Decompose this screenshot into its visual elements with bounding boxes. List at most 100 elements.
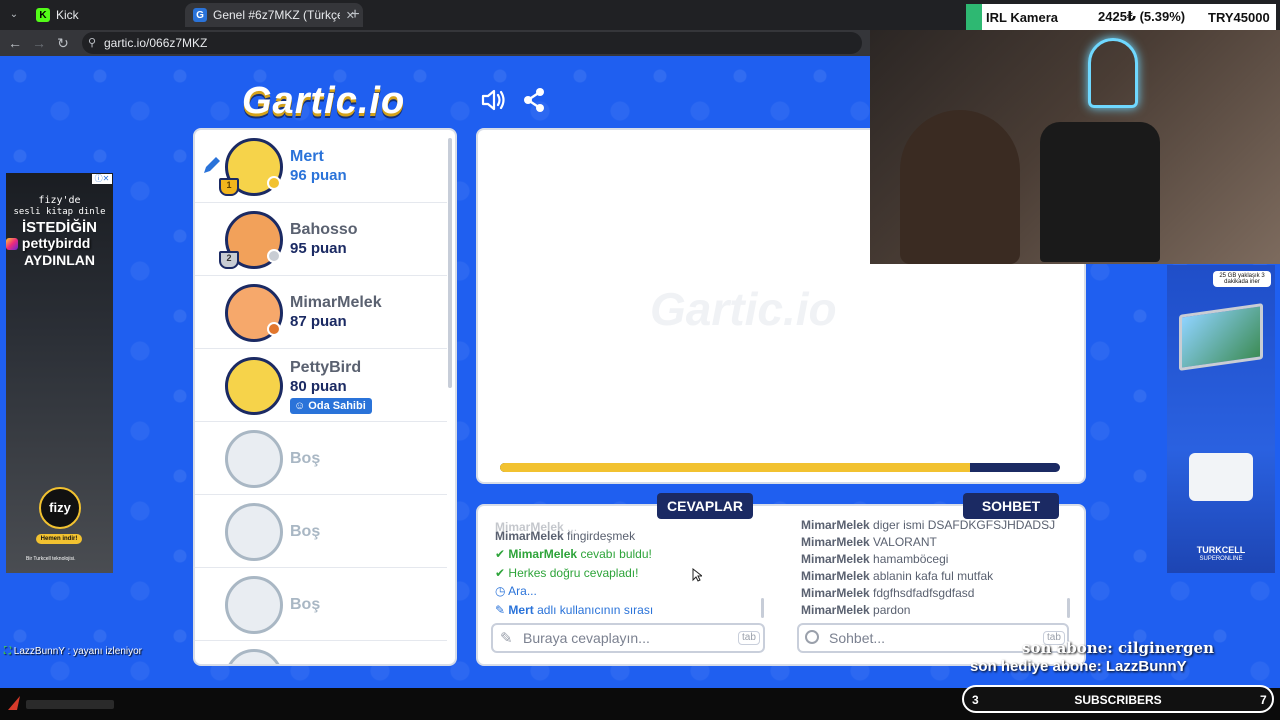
ad-brand: TURKCELL (1196, 545, 1246, 555)
player-score: 80 puan (290, 378, 347, 395)
reload-icon[interactable]: ↻ (54, 34, 72, 52)
site-info-icon[interactable]: ⚲ (88, 32, 96, 54)
list-item: MimarMelek fdgfhsdfadfsgdfasd (801, 586, 975, 600)
ticker-accent (966, 4, 982, 30)
ad-line: fizy'de (38, 195, 81, 206)
trophy-icon: 2 (219, 251, 239, 269)
ticker-goal: TRY45000 (1208, 9, 1270, 25)
player-score: 87 puan (290, 313, 347, 330)
subscriber-goal-bar: 3 SUBSCRIBERS 7 (962, 685, 1274, 713)
empty-slot: Boş (195, 422, 447, 495)
gartic-icon: G (193, 8, 207, 22)
list-item: ✔ MimarMelek cevabı buldu! (495, 547, 652, 561)
tab-kick[interactable]: K Kick ✕ (28, 3, 206, 27)
subs-label: SUBSCRIBERS (1074, 693, 1162, 707)
avatar (225, 357, 283, 415)
empty-avatar-icon (225, 503, 283, 561)
kick-icon: K (36, 8, 50, 22)
empty-slot-partial (195, 641, 447, 664)
player-row-bahosso[interactable]: 2 Bahosso 95 puan (195, 203, 447, 276)
tab-answers[interactable]: CEVAPLAR (657, 493, 753, 519)
list-item: ✔ Herkes doğru cevapladı! (495, 566, 639, 580)
list-item: MimarMelek VALORANT (801, 535, 937, 549)
list-item: MimarMelek fingirdeşmek (495, 529, 636, 543)
neon-ghost-sign (1088, 38, 1138, 108)
viewer-icon: ⛶ (4, 646, 11, 657)
viewer-note: ⛶ LazzBunnY : yayanı izleniyor (4, 646, 143, 657)
answer-input[interactable]: Buraya cevaplayın... (491, 623, 765, 653)
answers-list: MimarMelek ... MimarMelek fingirdeşmek ✔… (495, 520, 757, 620)
chat-bubble-icon (805, 630, 819, 644)
subs-goal: 7 (1260, 693, 1267, 707)
list-item: MimarMelek ablanin kafa ful mutfak (801, 569, 994, 583)
player-name: Mert (290, 148, 324, 165)
ad-footer: Bir Turkcell teknolojisi. (26, 556, 76, 562)
player-row-pettybird[interactable]: PettyBird 80 puan ☺ Oda Sahibi (195, 349, 447, 422)
empty-avatar-icon (225, 649, 283, 664)
ticker-value: 2425₺ (5.39%) (1098, 9, 1186, 24)
round-timer-bar (500, 463, 1060, 472)
address-bar[interactable]: ⚲ gartic.io/066z7MKZ (82, 32, 862, 54)
tab-key-hint: tab (738, 631, 760, 645)
streamer-silhouette (900, 110, 1020, 264)
chat-list: MimarMelek diger ismi DSAFDKGFSJHDADSJ M… (801, 518, 1063, 620)
room-owner-badge: ☺ Oda Sahibi (290, 398, 372, 414)
tab-gartic[interactable]: G Genel #6z7MKZ (Türkçe) - Gartic ✕ (185, 3, 363, 27)
player-list-scrollbar[interactable] (448, 138, 452, 388)
gartic-logo: Gartic.io (242, 80, 406, 122)
share-icon[interactable] (522, 87, 546, 113)
player-row-mert[interactable]: 1 Mert 96 puan (195, 130, 447, 203)
canvas-watermark: Gartic.io (650, 283, 837, 335)
empty-slot-label: Boş (290, 450, 321, 467)
ad-line: sesli kitap dinle (13, 207, 106, 217)
forward-icon[interactable]: → (30, 34, 48, 52)
webcam-feed (870, 30, 1280, 264)
mouse-cursor-icon (692, 567, 704, 582)
check-icon: ✔ (495, 547, 506, 561)
ad-cta-button[interactable]: Hemen indir! (36, 534, 82, 544)
player-score: 95 puan (290, 240, 347, 257)
pencil-icon (201, 154, 223, 181)
instagram-handle: pettybirdd (6, 235, 90, 251)
tab-list-button[interactable]: ⌄ (6, 7, 22, 23)
list-item: MimarMelek diger ismi DSAFDKGFSJHDADSJ (801, 518, 1056, 532)
fizy-logo: fizy (39, 487, 81, 529)
empty-slot-label: Boş (290, 596, 321, 613)
ad-brand-sub: SUPERONLINE (1199, 556, 1243, 562)
new-tab-button[interactable]: + (346, 6, 364, 24)
laptop-image (1179, 303, 1263, 371)
pencil-icon: ✎ (500, 630, 513, 647)
clock-icon: ◷ (495, 584, 506, 598)
player-name: Bahosso (290, 221, 358, 238)
player-list: 1 Mert 96 puan 2 Bahosso 95 puan MimarMe… (193, 128, 457, 666)
instagram-icon (6, 238, 18, 251)
check-icon: ✔ (495, 566, 506, 580)
list-item: MimarMelek pardon (801, 603, 911, 617)
trophy-icon: 1 (219, 178, 239, 196)
tab-title: Kick (56, 8, 79, 22)
answers-scrollbar[interactable] (761, 598, 764, 618)
empty-slot-label: Boş (290, 523, 321, 540)
empty-avatar-icon (225, 430, 283, 488)
sound-icon[interactable] (480, 88, 506, 112)
back-icon[interactable]: ← (6, 34, 24, 52)
ad-line: İSTEDİĞİN (21, 219, 97, 236)
ad-line: AYDINLAN (23, 252, 96, 268)
list-item: ◷ Ara... (495, 584, 537, 598)
empty-avatar-icon (225, 576, 283, 634)
empty-slot: Boş (195, 568, 447, 641)
left-advertisement[interactable]: ⓘ✕ fizy'de sesli kitap dinle İSTEDİĞİN A… (6, 173, 113, 573)
pencil-icon: ✎ (495, 603, 506, 617)
empty-slot: Boş (195, 495, 447, 568)
player-name: MimarMelek (290, 294, 382, 311)
channel-logo (6, 694, 116, 714)
tab-chat[interactable]: SOHBET (963, 493, 1059, 519)
ad-choices-icon[interactable]: ⓘ✕ (92, 174, 112, 184)
player-row-mimarmelek[interactable]: MimarMelek 87 puan (195, 276, 447, 349)
right-advertisement[interactable]: 25 GB yaklaşık 3 dakikada iner TURKCELL … (1167, 265, 1275, 573)
timer-fill (500, 463, 971, 472)
last-subscriber: son abone: cilginergen (1022, 639, 1215, 657)
chat-scrollbar[interactable] (1067, 598, 1070, 618)
tab-title: Genel #6z7MKZ (Türkçe) - Gartic (213, 8, 340, 22)
list-item: ✎ Mert adlı kullanıcının sırası (495, 603, 654, 617)
